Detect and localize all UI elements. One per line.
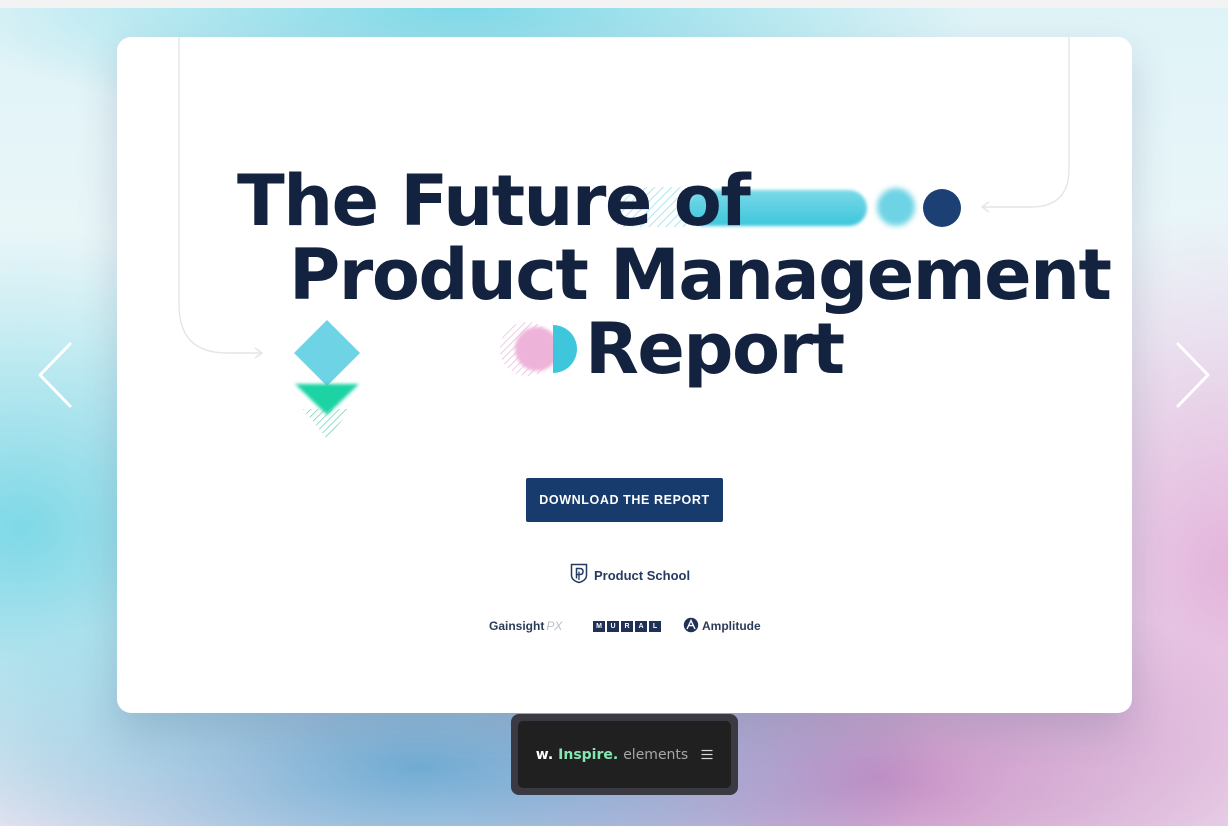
toolbar-logo-w: w. bbox=[535, 746, 554, 763]
toolbar-logo-elements: elements bbox=[623, 746, 689, 763]
download-report-button[interactable]: DOWNLOAD THE REPORT bbox=[526, 478, 723, 522]
product-school-shield-icon bbox=[570, 563, 588, 588]
mural-logo: M U R A L bbox=[593, 617, 661, 635]
navy-sphere-shape bbox=[923, 189, 961, 227]
cyan-half-circle-shape bbox=[553, 325, 577, 373]
connector-line-right bbox=[983, 37, 1070, 208]
product-school-name: Product School bbox=[594, 567, 691, 583]
chevron-left-icon bbox=[36, 342, 76, 413]
title-line-1: The Future of bbox=[237, 160, 751, 242]
toolbar-logo-inspire: Inspire. bbox=[558, 746, 619, 763]
gainsight-px-logo: Gainsight PX bbox=[489, 617, 562, 635]
pink-circle-shape bbox=[515, 327, 559, 371]
slide-card: The Future of Product Management Report … bbox=[117, 37, 1132, 713]
mural-letter: U bbox=[607, 620, 619, 632]
previous-slide-button[interactable] bbox=[36, 340, 76, 410]
cyan-diamond-shape bbox=[294, 320, 360, 386]
title-line-2: Product Management bbox=[289, 234, 1112, 316]
hatched-triangle-shape bbox=[303, 409, 351, 439]
product-school-logo: Product School bbox=[570, 563, 690, 587]
cyan-dot-shape bbox=[877, 188, 915, 226]
amplitude-logo: Amplitude bbox=[683, 617, 761, 635]
gainsight-px-suffix: PX bbox=[546, 619, 563, 633]
mural-letter: A bbox=[635, 620, 647, 632]
inspire-toolbar: w. Inspire. elements bbox=[511, 714, 738, 795]
title-line-3: Report bbox=[585, 308, 845, 390]
chevron-right-icon bbox=[1172, 342, 1212, 413]
hamburger-menu-icon[interactable] bbox=[701, 749, 713, 760]
gainsight-wordmark: Gainsight bbox=[489, 619, 545, 633]
mural-letter: R bbox=[621, 620, 633, 632]
mural-letter: M bbox=[593, 620, 605, 632]
amplitude-a-icon bbox=[683, 617, 699, 636]
next-slide-button[interactable] bbox=[1172, 340, 1212, 410]
mural-letter: L bbox=[649, 620, 661, 632]
top-strip bbox=[0, 0, 1228, 8]
amplitude-wordmark: Amplitude bbox=[702, 619, 761, 633]
inspire-toolbar-inner: w. Inspire. elements bbox=[518, 721, 731, 788]
